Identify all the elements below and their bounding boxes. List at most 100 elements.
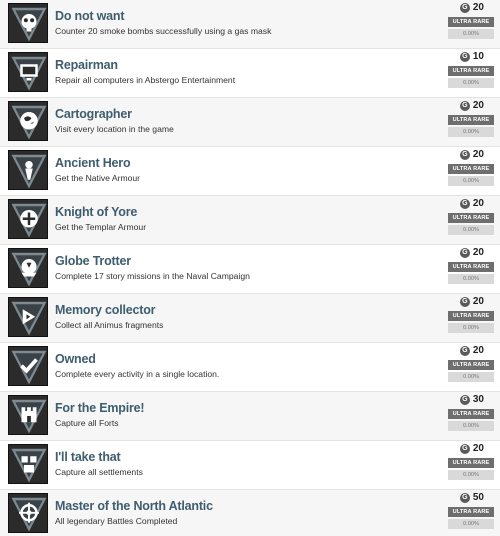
unlock-percent: 0.00% (448, 127, 494, 137)
gamerscore: G 20 (444, 443, 484, 454)
achievement-description: Get the Native Armour (55, 173, 141, 183)
gamerscore: G 30 (444, 394, 484, 405)
gamerscore-icon: G (459, 394, 470, 405)
gamerscore: G 20 (444, 247, 484, 258)
achievement-badge (8, 3, 48, 43)
achievement-row[interactable]: Ancient Hero Get the Native Armour G 20 … (0, 147, 500, 196)
native-armour-icon (11, 154, 47, 189)
achievement-title[interactable]: Do not want (55, 9, 125, 23)
achievement-list: Do not want Counter 20 smoke bombs succe… (0, 0, 500, 536)
unlock-percent: 0.00% (448, 176, 494, 186)
achievement-row[interactable]: Do not want Counter 20 smoke bombs succe… (0, 0, 500, 49)
achievement-badge (8, 444, 48, 484)
gamerscore: G 10 (444, 51, 484, 62)
unlock-percent: 0.00% (448, 29, 494, 39)
globe-icon (11, 105, 47, 140)
gamerscore-points: 50 (472, 492, 484, 503)
achievement-row[interactable]: Memory collector Collect all Animus frag… (0, 294, 500, 343)
achievement-badge (8, 346, 48, 386)
unlock-percent: 0.00% (448, 78, 494, 88)
achievement-badge (8, 248, 48, 288)
unlock-percent: 0.00% (448, 225, 494, 235)
gamerscore: G 20 (444, 198, 484, 209)
gamerscore-points: 20 (472, 247, 484, 258)
animus-fragment-icon (11, 301, 47, 336)
gamerscore-points: 20 (472, 443, 484, 454)
rarity-badge: ULTRA RARE (448, 262, 494, 272)
gamerscore-icon: G (459, 492, 470, 503)
achievement-description: Get the Templar Armour (55, 222, 147, 232)
achievement-title[interactable]: I'll take that (55, 450, 121, 464)
unlock-percent: 0.00% (448, 274, 494, 284)
rarity-badge: ULTRA RARE (448, 17, 494, 27)
rarity-badge: ULTRA RARE (448, 458, 494, 468)
gamerscore: G 20 (444, 2, 484, 13)
achievement-description: Capture all Forts (55, 418, 119, 428)
gamerscore-icon: G (459, 247, 470, 258)
achievement-badge (8, 395, 48, 435)
unlock-percent: 0.00% (448, 421, 494, 431)
achievement-description: Capture all settlements (55, 467, 143, 477)
achievement-badge (8, 297, 48, 337)
gamerscore-points: 30 (472, 394, 484, 405)
achievement-row[interactable]: Master of the North Atlantic All legenda… (0, 490, 500, 536)
achievement-title[interactable]: Master of the North Atlantic (55, 499, 213, 513)
gamerscore-icon: G (459, 51, 470, 62)
gamerscore-icon: G (459, 198, 470, 209)
checkmark-icon (11, 350, 47, 385)
achievement-row[interactable]: Repairman Repair all computers in Abster… (0, 49, 500, 98)
gamerscore-icon: G (459, 2, 470, 13)
gamerscore: G 50 (444, 492, 484, 503)
templar-cross-icon (11, 203, 47, 238)
achievement-badge (8, 493, 48, 533)
settlement-icon (11, 448, 47, 483)
achievement-description: Complete 17 story missions in the Naval … (55, 271, 250, 281)
gamerscore-points: 20 (472, 2, 484, 13)
achievement-description: Complete every activity in a single loca… (55, 369, 220, 379)
achievement-row[interactable]: Globe Trotter Complete 17 story missions… (0, 245, 500, 294)
rarity-badge: ULTRA RARE (448, 311, 494, 321)
achievement-badge (8, 52, 48, 92)
gamerscore-points: 20 (472, 345, 484, 356)
gamerscore: G 20 (444, 345, 484, 356)
achievement-title[interactable]: Knight of Yore (55, 205, 137, 219)
unlock-percent: 0.00% (448, 372, 494, 382)
achievement-row[interactable]: Cartographer Visit every location in the… (0, 98, 500, 147)
achievement-title[interactable]: For the Empire! (55, 401, 145, 415)
achievement-title[interactable]: Ancient Hero (55, 156, 131, 170)
rarity-badge: ULTRA RARE (448, 164, 494, 174)
achievement-row[interactable]: Owned Complete every activity in a singl… (0, 343, 500, 392)
achievement-row[interactable]: For the Empire! Capture all Forts G 30 U… (0, 392, 500, 441)
achievement-title[interactable]: Globe Trotter (55, 254, 131, 268)
achievement-title[interactable]: Cartographer (55, 107, 132, 121)
gamerscore-icon: G (459, 100, 470, 111)
achievement-description: All legendary Battles Completed (55, 516, 178, 526)
achievement-row[interactable]: I'll take that Capture all settlements G… (0, 441, 500, 490)
achievement-description: Counter 20 smoke bombs successfully usin… (55, 26, 272, 36)
unlock-percent: 0.00% (448, 323, 494, 333)
achievement-title[interactable]: Repairman (55, 58, 118, 72)
rarity-badge: ULTRA RARE (448, 360, 494, 370)
achievement-title[interactable]: Memory collector (55, 303, 156, 317)
gamerscore-points: 10 (472, 51, 484, 62)
gamerscore-icon: G (459, 149, 470, 160)
gamerscore-icon: G (459, 345, 470, 356)
achievement-row[interactable]: Knight of Yore Get the Templar Armour G … (0, 196, 500, 245)
gamerscore-points: 20 (472, 198, 484, 209)
gamerscore-icon: G (459, 443, 470, 454)
achievement-badge (8, 150, 48, 190)
rarity-badge: ULTRA RARE (448, 115, 494, 125)
achievement-description: Repair all computers in Abstergo Enterta… (55, 75, 236, 85)
ship-globe-icon (11, 252, 47, 287)
achievement-title[interactable]: Owned (55, 352, 96, 366)
achievement-description: Collect all Animus fragments (55, 320, 164, 330)
achievement-description: Visit every location in the game (55, 124, 174, 134)
rarity-badge: ULTRA RARE (448, 66, 494, 76)
rarity-badge: ULTRA RARE (448, 213, 494, 223)
gamerscore-points: 20 (472, 149, 484, 160)
gamerscore-icon: G (459, 296, 470, 307)
gamerscore-points: 20 (472, 100, 484, 111)
computer-icon (11, 56, 47, 91)
achievement-badge (8, 101, 48, 141)
unlock-percent: 0.00% (448, 519, 494, 529)
